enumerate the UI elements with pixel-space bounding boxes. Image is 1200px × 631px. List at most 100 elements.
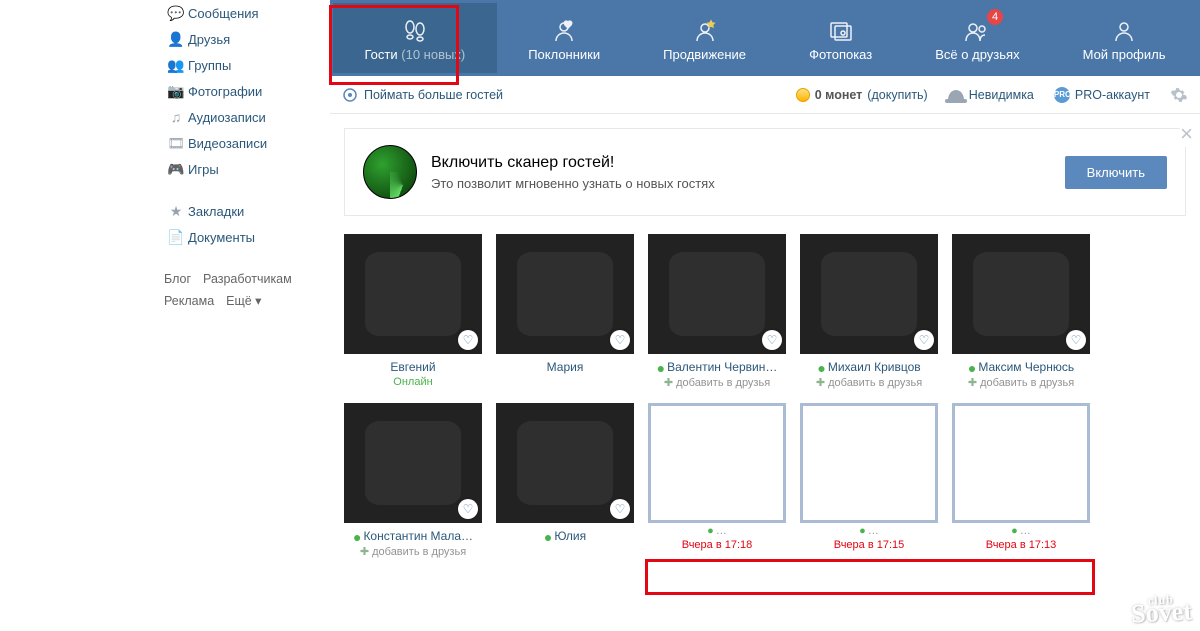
guest-photo: ♡: [952, 234, 1090, 354]
like-icon[interactable]: ♡: [610, 499, 630, 519]
guest-name: ●Михаил Кривцов: [800, 360, 938, 374]
watermark: club Sovet: [1131, 595, 1193, 625]
coin-icon: [796, 88, 810, 102]
friends-icon: [904, 15, 1051, 43]
catch-more-guests-link[interactable]: Поймать больше гостей: [342, 87, 503, 103]
tab-about-friends[interactable]: Всё о друзьях 4: [904, 3, 1051, 73]
like-icon[interactable]: ♡: [610, 330, 630, 350]
tab-label: Мой профиль: [1051, 47, 1197, 62]
annotation-highlight-times: [645, 559, 1095, 595]
link-developers[interactable]: Разработчикам: [203, 272, 292, 286]
hat-icon: [948, 90, 964, 100]
guest-card[interactable]: ♡ ●Максим Чернюсь добавить в друзья: [952, 234, 1090, 389]
guest-status: Онлайн: [344, 376, 482, 388]
guest-card[interactable]: ♡ Евгений Онлайн: [344, 234, 482, 389]
invisible-label: Невидимка: [969, 88, 1034, 102]
camera-icon: 📷: [164, 83, 188, 100]
sidebar-item-bookmarks[interactable]: ★Закладки: [164, 198, 330, 224]
guest-photo: ♡: [496, 234, 634, 354]
film-icon: 🎞: [164, 135, 188, 152]
link-blog[interactable]: Блог: [164, 272, 191, 286]
close-banner-button[interactable]: ×: [1180, 121, 1193, 147]
add-friend-link[interactable]: добавить в друзья: [648, 376, 786, 389]
sidebar-item-photos[interactable]: 📷Фотографии: [164, 78, 330, 104]
coins-buy-label: (докупить): [867, 88, 927, 102]
person-icon: 👤: [164, 31, 188, 48]
guest-card-locked[interactable]: ●… Вчера в 17:18: [648, 403, 786, 558]
sidebar-item-messages[interactable]: 💬Сообщения: [164, 0, 330, 26]
tab-photoshow[interactable]: Фотопоказ: [778, 3, 904, 73]
tab-label: Фотопоказ: [778, 47, 904, 62]
sidebar-label: Закладки: [188, 204, 244, 219]
guests-grid: ♡ Евгений Онлайн ♡ Мария ♡ ●Валентин Чер…: [330, 230, 1200, 562]
guest-card[interactable]: ♡ ●Юлия: [496, 403, 634, 558]
banner-subtitle: Это позволит мгновенно узнать о новых го…: [431, 176, 715, 191]
add-friend-link[interactable]: добавить в друзья: [344, 545, 482, 558]
guest-name: ●Валентин Червин…: [648, 360, 786, 374]
sidebar-item-groups[interactable]: 👥Группы: [164, 52, 330, 78]
sidebar-label: Сообщения: [188, 6, 259, 21]
sidebar-label: Аудиозаписи: [188, 110, 266, 125]
guest-name-hidden: ●…: [952, 525, 1090, 537]
gear-icon: [1170, 86, 1188, 104]
guest-card-locked[interactable]: ●… Вчера в 17:13: [952, 403, 1090, 558]
gamepad-icon: 🎮: [164, 161, 188, 178]
add-friend-link[interactable]: добавить в друзья: [952, 376, 1090, 389]
tab-my-profile[interactable]: Мой профиль: [1051, 3, 1197, 73]
sidebar-item-games[interactable]: 🎮Игры: [164, 156, 330, 182]
sidebar-item-friends[interactable]: 👤Друзья: [164, 26, 330, 52]
tab-fans[interactable]: Поклонники: [497, 3, 632, 73]
footprints-icon: [333, 15, 497, 43]
chat-icon: 💬: [164, 5, 188, 22]
sidebar-label: Игры: [188, 162, 219, 177]
guest-card[interactable]: ♡ Мария: [496, 234, 634, 389]
like-icon[interactable]: ♡: [458, 499, 478, 519]
guest-name: ●Юлия: [496, 529, 634, 543]
music-icon: ♫: [164, 109, 188, 125]
visit-time: Вчера в 17:13: [952, 539, 1090, 551]
guest-card[interactable]: ♡ ●Валентин Червин… добавить в друзья: [648, 234, 786, 389]
left-sidebar: 💬Сообщения 👤Друзья 👥Группы 📷Фотографии ♫…: [0, 0, 330, 562]
pro-account-link[interactable]: PRO PRO-аккаунт: [1054, 87, 1150, 103]
top-tabs: Гости (10 новых) Поклонники Продвижение …: [330, 0, 1200, 76]
guest-card-locked[interactable]: ●… Вчера в 17:15: [800, 403, 938, 558]
guest-photo: ♡: [800, 234, 938, 354]
tab-guests[interactable]: Гости (10 новых): [333, 3, 497, 73]
link-ads[interactable]: Реклама: [164, 294, 214, 308]
pro-icon: PRO: [1054, 87, 1070, 103]
add-friend-link[interactable]: добавить в друзья: [800, 376, 938, 389]
photos-icon: [778, 15, 904, 43]
star-icon: ★: [164, 203, 188, 220]
guest-photo: ♡: [496, 403, 634, 523]
settings-button[interactable]: [1170, 86, 1188, 104]
like-icon[interactable]: ♡: [458, 330, 478, 350]
pro-label: PRO-аккаунт: [1075, 88, 1150, 102]
scanner-banner: Включить сканер гостей! Это позволит мгн…: [344, 128, 1186, 216]
guest-name: ●Константин Мала…: [344, 529, 482, 543]
link-more[interactable]: Ещё ▾: [226, 294, 261, 308]
main-content: Гости (10 новых) Поклонники Продвижение …: [330, 0, 1200, 562]
like-icon[interactable]: ♡: [914, 330, 934, 350]
tab-label: Гости: [365, 47, 398, 62]
like-icon[interactable]: ♡: [762, 330, 782, 350]
sidebar-item-video[interactable]: 🎞Видеозаписи: [164, 130, 330, 156]
tab-promotion[interactable]: Продвижение: [632, 3, 778, 73]
guest-card[interactable]: ♡ ●Константин Мала… добавить в друзья: [344, 403, 482, 558]
target-icon: [342, 87, 358, 103]
coins-link[interactable]: 0 монет (докупить): [796, 88, 928, 102]
sidebar-extras: Блог Разработчикам Реклама Ещё ▾: [164, 268, 330, 312]
invisible-link[interactable]: Невидимка: [948, 88, 1034, 102]
guest-photo: ♡: [648, 234, 786, 354]
sidebar-item-documents[interactable]: 📄Документы: [164, 224, 330, 250]
sidebar-item-audio[interactable]: ♫Аудиозаписи: [164, 104, 330, 130]
like-icon[interactable]: ♡: [1066, 330, 1086, 350]
guest-photo-hidden: [648, 403, 786, 523]
radar-icon: [363, 145, 417, 199]
enable-scanner-button[interactable]: Включить: [1065, 156, 1167, 189]
visit-time: Вчера в 17:18: [648, 539, 786, 551]
sidebar-label: Группы: [188, 58, 231, 73]
visit-time: Вчера в 17:15: [800, 539, 938, 551]
document-icon: 📄: [164, 229, 188, 246]
guest-card[interactable]: ♡ ●Михаил Кривцов добавить в друзья: [800, 234, 938, 389]
notification-badge: 4: [987, 9, 1003, 25]
